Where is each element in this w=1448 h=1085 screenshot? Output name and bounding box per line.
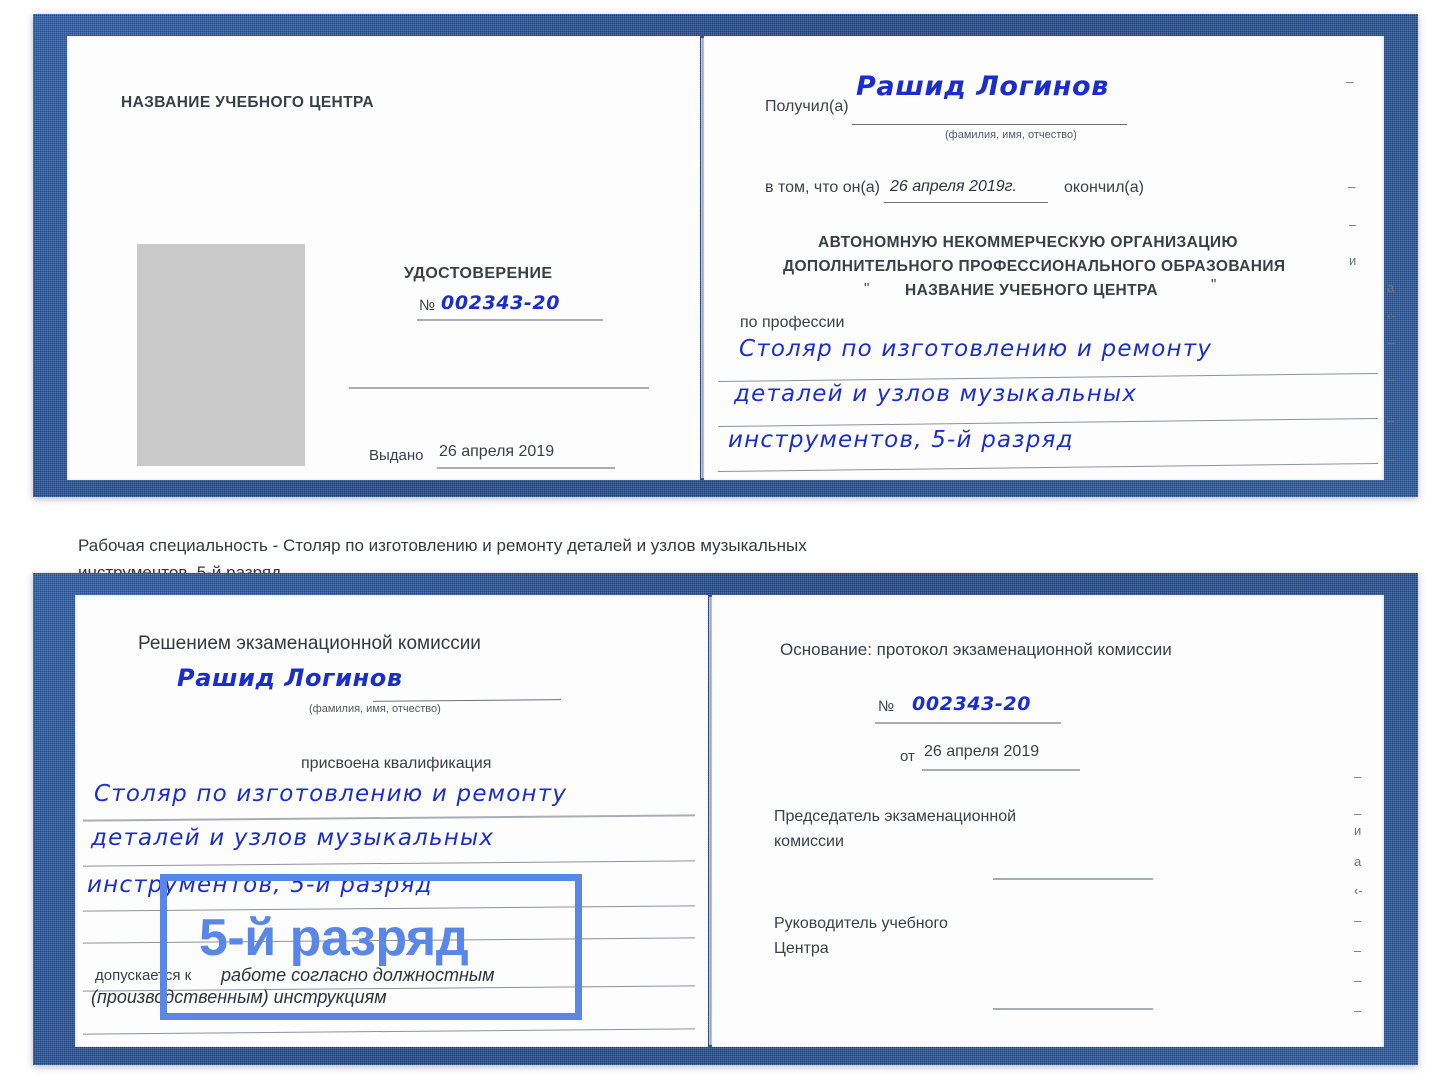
org-line-1: АВТОНОМНУЮ НЕКОММЕРЧЕСКУЮ ОРГАНИЗАЦИЮ	[818, 234, 1238, 251]
blank-rule-top-left	[349, 387, 649, 389]
chairman-line-2: комиссии	[774, 833, 844, 850]
date-label: от	[900, 748, 915, 765]
date-rule	[922, 769, 1080, 771]
top-certificate: НАЗВАНИЕ УЧЕБНОГО ЦЕНТРА УДОСТОВЕРЕНИЕ №…	[33, 14, 1418, 497]
qualification-line-1: Столяр по изготовлению и ремонту	[94, 781, 568, 807]
margin-fragment: –	[1387, 372, 1395, 387]
margin-fragment: –	[1354, 769, 1362, 784]
org-quote-open: "	[864, 280, 870, 297]
in-that-label: в том, что он(а)	[765, 179, 880, 196]
in-that-rule	[884, 202, 1048, 203]
fio-hint-top: (фамилия, имя, отчество)	[945, 129, 1077, 141]
head-line-1: Руководитель учебного	[774, 915, 948, 932]
chairman-line-1: Председатель экзаменационной	[774, 808, 1017, 825]
margin-fragment: и	[1349, 253, 1357, 268]
issued-rule	[437, 467, 615, 469]
qual-rule-6	[83, 1028, 695, 1035]
received-rule	[852, 124, 1127, 125]
margin-fragment: и	[1354, 823, 1362, 838]
margin-fragment: –	[1354, 973, 1362, 988]
fio-hint-bottom: (фамилия, имя, отчество)	[309, 703, 441, 715]
number-value-bottom-right: 002343-20	[912, 693, 1032, 715]
margin-fragment: ‹-	[1354, 883, 1363, 898]
margin-fragment: ‹-	[1387, 308, 1396, 323]
number-rule-top-left	[417, 319, 603, 321]
number-rule-bottom-right	[875, 722, 1061, 724]
margin-fragment: –	[1354, 943, 1362, 958]
margin-fragment: –	[1387, 413, 1395, 428]
basis-label: Основание: протокол экзаменационной коми…	[780, 640, 1172, 659]
highlight-label: 5-й разряд	[199, 909, 469, 967]
training-center-name-top: НАЗВАНИЕ УЧЕБНОГО ЦЕНТРА	[121, 94, 374, 111]
margin-fragment: –	[1354, 1003, 1362, 1018]
qualification-label: присвоена квалификация	[301, 755, 492, 772]
profession-rule-3	[718, 462, 1378, 473]
profession-line-3: инструментов, 5-й разряд	[728, 427, 1074, 453]
bottom-right-page: Основание: протокол экзаменационной коми…	[712, 595, 1384, 1047]
commission-decision-heading: Решением экзаменационной комиссии	[138, 633, 481, 654]
margin-fragment: –	[1346, 74, 1354, 89]
finished-label: окончил(а)	[1064, 179, 1144, 196]
qual-rule-1	[83, 814, 695, 822]
profession-line-2: деталей и узлов музыкальных	[734, 381, 1138, 407]
qualification-line-2: деталей и узлов музыкальных	[91, 825, 495, 851]
margin-fragment: –	[1388, 335, 1396, 350]
top-left-page: НАЗВАНИЕ УЧЕБНОГО ЦЕНТРА УДОСТОВЕРЕНИЕ №…	[67, 36, 700, 480]
profession-label: по профессии	[740, 314, 845, 331]
head-signature-rule	[993, 1008, 1153, 1010]
chairman-signature-rule	[993, 878, 1153, 880]
caption-line-1: Рабочая специальность - Столяр по изгото…	[78, 536, 807, 555]
profession-rule-2	[718, 417, 1378, 428]
margin-fragment: –	[1387, 452, 1395, 467]
issued-value: 26 апреля 2019	[439, 443, 555, 460]
received-value: Рашид Логинов	[856, 71, 1109, 102]
received-label: Получил(а)	[765, 98, 849, 115]
photo-placeholder	[137, 244, 305, 466]
number-label-top-left: №	[419, 297, 436, 314]
name-rule-bottom	[372, 699, 562, 702]
head-line-2: Центра	[774, 940, 829, 957]
qual-rule-2	[83, 860, 695, 867]
top-right-page: Получил(а) Рашид Логинов (фамилия, имя, …	[704, 36, 1384, 480]
date-value: 26 апреля 2019	[924, 743, 1040, 760]
issued-label: Выдано	[369, 447, 424, 464]
margin-fragment: –	[1348, 179, 1356, 194]
margin-fragment: –	[1349, 217, 1357, 232]
margin-fragment: –	[1354, 806, 1362, 821]
org-line-3: НАЗВАНИЕ УЧЕБНОГО ЦЕНТРА	[905, 282, 1158, 299]
org-quote-close: "	[1211, 276, 1217, 293]
margin-fragment: –	[1354, 913, 1362, 928]
number-value-top-left: 002343-20	[441, 292, 561, 314]
margin-fragment: а	[1387, 280, 1395, 295]
certificate-title: УДОСТОВЕРЕНИЕ	[404, 265, 553, 282]
margin-fragment: а	[1354, 854, 1362, 869]
in-that-value: 26 апреля 2019г.	[890, 178, 1017, 195]
number-label-bottom-right: №	[878, 698, 895, 715]
profession-line-1: Столяр по изготовлению и ремонту	[739, 336, 1213, 362]
org-line-2: ДОПОЛНИТЕЛЬНОГО ПРОФЕССИОНАЛЬНОГО ОБРАЗО…	[783, 258, 1286, 275]
student-name-bottom: Рашид Логинов	[177, 664, 403, 692]
